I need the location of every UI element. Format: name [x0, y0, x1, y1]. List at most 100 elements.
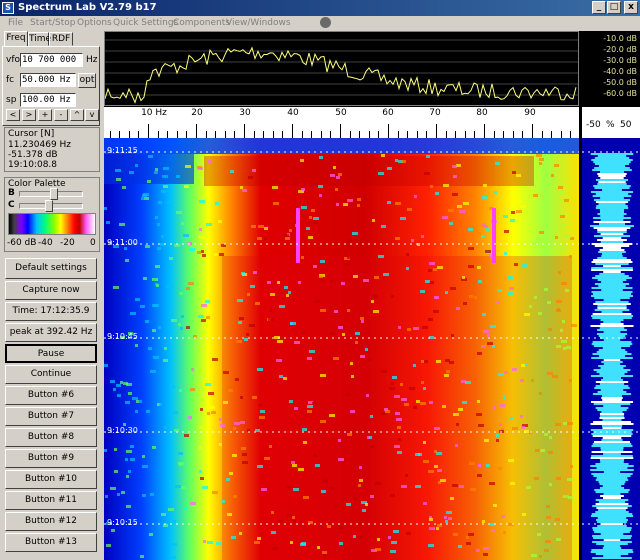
menu-file[interactable]: File [8, 17, 23, 29]
waterfall-speckle [536, 238, 541, 241]
button-12[interactable]: Button #12 [5, 512, 97, 531]
peak-display-button[interactable]: peak at 392.42 Hz [5, 323, 97, 342]
opt-button[interactable]: opt [78, 73, 96, 88]
tab-time[interactable]: Time [28, 32, 51, 46]
waterfall-speckle [423, 502, 427, 505]
waterfall-speckle [488, 428, 492, 431]
frequency-ruler[interactable]: 10 Hz 20 30 40 50 60 70 80 90 [104, 106, 579, 138]
button-8[interactable]: Button #8 [5, 428, 97, 447]
waterfall-speckle [556, 477, 561, 480]
menu-view-windows[interactable]: View/Windows [226, 17, 291, 29]
tab-rdf[interactable]: RDF [49, 32, 73, 46]
zoom-out-button[interactable]: - [54, 109, 68, 121]
time-display-button[interactable]: Time: 17:12:35.9 [5, 302, 97, 321]
minimize-button[interactable]: _ [592, 1, 606, 14]
waterfall-speckle [104, 449, 107, 452]
ruler-tick [570, 131, 572, 138]
waterfall-speckle [201, 304, 207, 307]
waterfall-speckle [458, 408, 463, 411]
waterfall-speckle [207, 541, 213, 544]
waterfall-speckle [143, 277, 147, 280]
waterfall-speckle [548, 451, 553, 454]
waterfall-speckle [170, 556, 176, 559]
button-10[interactable]: Button #10 [5, 470, 97, 489]
ruler-tick [128, 131, 130, 138]
menu-components[interactable]: Components [173, 17, 230, 29]
menu-start-stop[interactable]: Start/Stop [30, 17, 75, 29]
waterfall-speckle [114, 448, 117, 451]
waterfall-speckle [428, 269, 432, 272]
scroll-up-button[interactable]: ^ [70, 109, 84, 121]
button-11[interactable]: Button #11 [5, 491, 97, 510]
waterfall-speckle [201, 319, 206, 322]
waterfall-speckle [293, 520, 296, 523]
title-bar[interactable]: S Spectrum Lab V2.79 b17 _ □ x [0, 0, 640, 16]
zoom-in-button[interactable]: + [38, 109, 52, 121]
waterfall-speckle [301, 188, 305, 191]
waterfall-speckle [568, 496, 573, 499]
scroll-left-button[interactable]: < [6, 109, 20, 121]
waterfall-speckle [482, 196, 487, 199]
sp-input[interactable]: 100.00 Hz [20, 93, 76, 107]
waterfall-speckle [307, 357, 312, 360]
waterfall-speckle [423, 441, 426, 444]
waterfall-speckle [298, 281, 301, 284]
waterfall-speckle [420, 290, 425, 293]
button-6[interactable]: Button #6 [5, 386, 97, 405]
contrast-slider[interactable] [19, 200, 83, 212]
fc-input[interactable]: 50.000 Hz [20, 73, 76, 87]
waterfall-speckle [154, 171, 158, 174]
waterfall-speckle [315, 300, 320, 303]
waterfall-speckle [312, 402, 318, 405]
pause-button[interactable]: Pause [5, 344, 97, 363]
freq-label-10: 10 Hz [134, 108, 174, 118]
waterfall-speckle [390, 494, 395, 497]
button-7[interactable]: Button #7 [5, 407, 97, 426]
window-title: Spectrum Lab V2.79 b17 [18, 2, 157, 13]
spectrum-display[interactable] [104, 31, 579, 106]
vfo-label: vfo [6, 55, 21, 65]
default-settings-button[interactable]: Default settings [5, 258, 97, 279]
waterfall-speckle [159, 403, 162, 406]
waterfall-speckle [155, 265, 160, 268]
db-label-4: -40.0 dB [603, 67, 637, 76]
waterfall-speckle [469, 295, 473, 298]
brightness-slider[interactable] [19, 188, 83, 200]
waterfall-speckle [357, 535, 362, 538]
waterfall-speckle [122, 186, 126, 189]
waterfall-speckle [301, 206, 307, 209]
ruler-tick [109, 131, 111, 138]
waterfall-speckle [389, 387, 395, 390]
waterfall-speckle [212, 358, 218, 361]
waterfall-speckle [199, 470, 202, 473]
waterfall-speckle [270, 293, 275, 296]
status-dot-icon [320, 17, 331, 28]
button-13[interactable]: Button #13 [5, 533, 97, 552]
waterfall-speckle [219, 418, 222, 421]
capture-now-button[interactable]: Capture now [5, 281, 97, 300]
maximize-button[interactable]: □ [607, 1, 621, 14]
waterfall-speckle [562, 247, 566, 250]
brightness-slider-thumb[interactable] [49, 188, 58, 200]
waterfall-speckle [420, 402, 426, 405]
menu-options[interactable]: Options [77, 17, 112, 29]
waterfall-speckle [179, 463, 182, 466]
waterfall-display[interactable]: 9:11:15 9:11:00 9:10:45 9:10:30 9:10:15 [104, 138, 579, 560]
db-label-2: -20.0 dB [603, 45, 637, 54]
waterfall-speckle [444, 374, 449, 377]
waterfall-speckle [135, 298, 140, 301]
close-button[interactable]: x [624, 1, 638, 14]
button-9[interactable]: Button #9 [5, 449, 97, 468]
waterfall-speckle [496, 434, 499, 437]
contrast-slider-thumb[interactable] [45, 200, 54, 212]
waterfall-speckle [462, 276, 465, 279]
waterfall-speckle [350, 362, 353, 365]
waterfall-speckle [393, 530, 399, 533]
tab-freq[interactable]: Freq [4, 31, 28, 47]
vfo-input[interactable]: 10 700 000 [20, 53, 83, 67]
menu-quick-settings[interactable]: Quick Settings [113, 17, 178, 29]
scroll-right-button[interactable]: > [22, 109, 36, 121]
scroll-down-button[interactable]: v [85, 109, 99, 121]
waterfall-speckle [252, 169, 256, 172]
continue-button[interactable]: Continue [5, 365, 97, 384]
